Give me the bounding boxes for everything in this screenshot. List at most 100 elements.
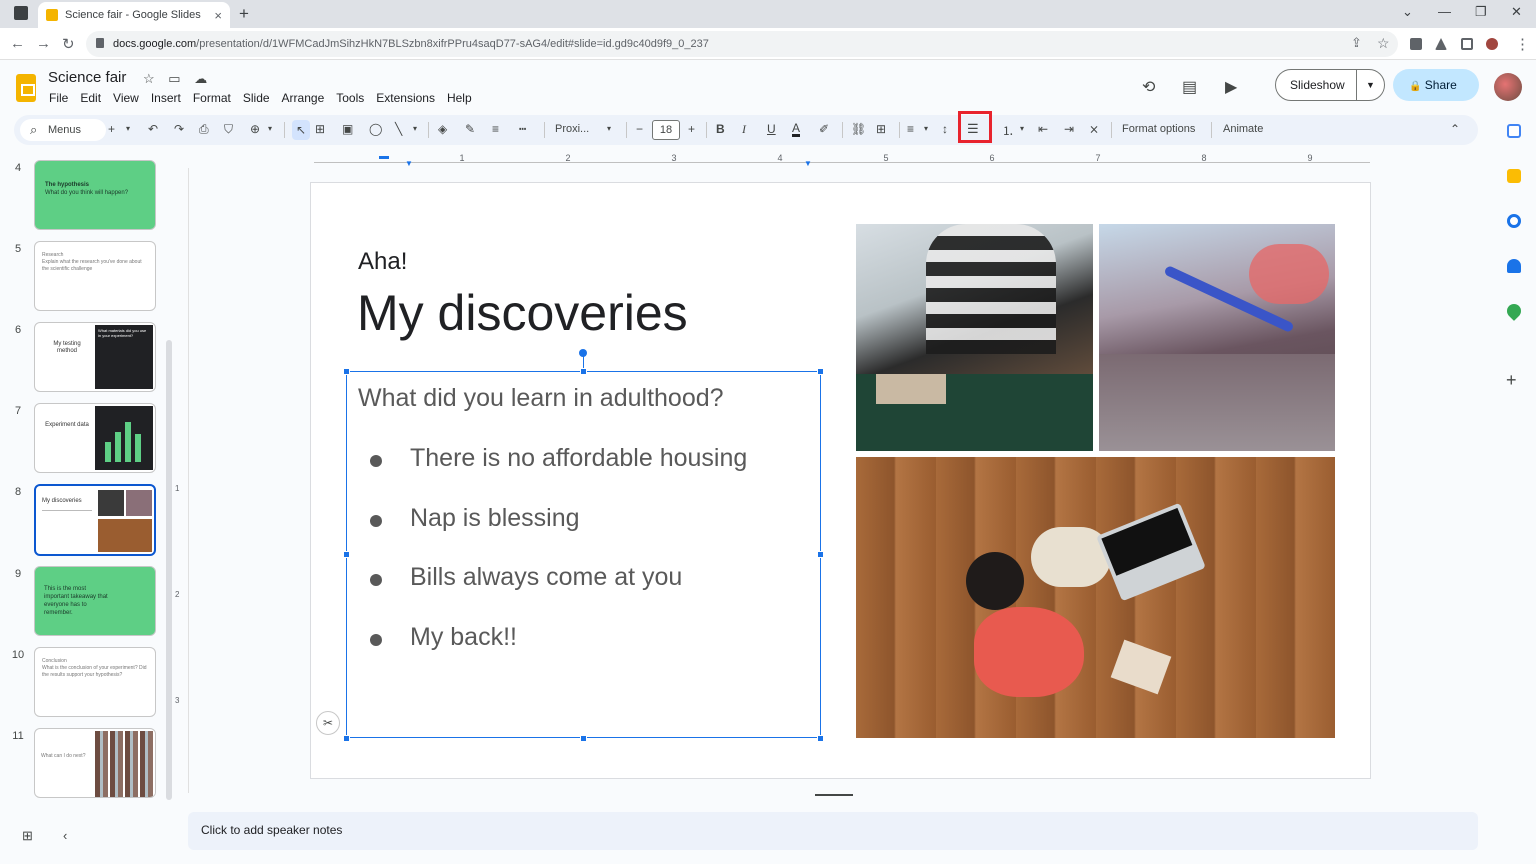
- image-icon[interactable]: ▣: [342, 122, 353, 136]
- body-question[interactable]: What did you learn in adulthood?: [358, 384, 724, 413]
- numbered-caret-icon[interactable]: ▾: [1020, 124, 1024, 133]
- font-caret-icon[interactable]: ▾: [607, 124, 611, 133]
- menu-file[interactable]: File: [49, 91, 68, 105]
- increase-indent-icon[interactable]: ⇥: [1064, 122, 1074, 136]
- horizontal-ruler[interactable]: ▼ ▼ 1 2 3 4 5 6 7 8 9: [314, 150, 1370, 168]
- numbered-list-icon[interactable]: ⒈: [1002, 122, 1014, 139]
- crop-icon[interactable]: ✂: [316, 711, 340, 735]
- textbox-icon[interactable]: ⊞: [315, 122, 325, 136]
- ruler-indent-marker[interactable]: ▼: [405, 159, 413, 168]
- text-color-icon[interactable]: A: [792, 122, 801, 137]
- animate-button[interactable]: Animate: [1223, 123, 1263, 135]
- menu-edit[interactable]: Edit: [80, 91, 101, 105]
- comments-icon[interactable]: ▤: [1182, 77, 1197, 97]
- resize-handle-s[interactable]: [580, 735, 587, 742]
- font-size-input[interactable]: 18: [652, 120, 680, 140]
- sidebar-toggle-icon[interactable]: [1461, 38, 1473, 50]
- slide-thumbnail-6[interactable]: My testing method What materials did you…: [34, 322, 156, 392]
- menu-arrange[interactable]: Arrange: [282, 91, 325, 105]
- border-color-icon[interactable]: ✎: [465, 122, 475, 136]
- fill-color-icon[interactable]: ◈: [438, 122, 447, 136]
- slide-thumbnail-5[interactable]: Research Explain what the research you've…: [34, 241, 156, 311]
- reload-button[interactable]: ↻: [62, 35, 75, 53]
- vertical-ruler[interactable]: 1 2 3: [172, 172, 184, 792]
- browser-menu-icon[interactable]: ⋮: [1515, 35, 1530, 53]
- paint-format-icon[interactable]: ⛉: [224, 122, 233, 137]
- browser-app-icon[interactable]: [14, 6, 28, 20]
- version-history-icon[interactable]: ⟲: [1142, 77, 1155, 97]
- highlight-icon[interactable]: ✐: [819, 122, 829, 136]
- decrease-font-icon[interactable]: −: [636, 122, 643, 136]
- slide-thumbnail-11[interactable]: What can I do next?: [34, 728, 156, 798]
- line-icon[interactable]: ╲: [395, 122, 402, 136]
- star-icon[interactable]: ☆: [143, 71, 155, 86]
- lock-icon[interactable]: [96, 38, 104, 48]
- border-dash-icon[interactable]: ┅: [519, 122, 526, 136]
- zoom-icon[interactable]: ⊕: [250, 122, 260, 136]
- share-page-icon[interactable]: ⇪: [1351, 35, 1362, 51]
- bookmark-star-icon[interactable]: ☆: [1377, 35, 1390, 52]
- move-folder-icon[interactable]: ▭: [168, 71, 180, 86]
- photo-tools[interactable]: [1099, 224, 1335, 451]
- slide-thumbnail-7[interactable]: Experiment data: [34, 403, 156, 473]
- add-addon-icon[interactable]: +: [1506, 370, 1517, 391]
- resize-handle-ne[interactable]: [817, 368, 824, 375]
- tab-close-icon[interactable]: ×: [214, 8, 222, 23]
- redo-icon[interactable]: ↷: [174, 122, 184, 136]
- close-window-button[interactable]: ✕: [1511, 4, 1522, 20]
- extensions-icon[interactable]: [1410, 38, 1422, 50]
- slide-thumbnail-4[interactable]: The hypothesis What do you think will hap…: [34, 160, 156, 230]
- menu-insert[interactable]: Insert: [151, 91, 181, 105]
- collapse-toolbar-icon[interactable]: ⌃: [1450, 122, 1460, 136]
- account-avatar[interactable]: [1494, 73, 1522, 101]
- menu-slide[interactable]: Slide: [243, 91, 270, 105]
- slides-logo-icon[interactable]: [16, 74, 36, 102]
- speaker-notes[interactable]: Click to add speaker notes: [188, 812, 1478, 850]
- slide-thumbnail-10[interactable]: Conclusion What is the conclusion of your…: [34, 647, 156, 717]
- doc-title[interactable]: Science fair: [48, 69, 126, 86]
- contacts-icon[interactable]: [1507, 259, 1521, 273]
- calendar-icon[interactable]: [1507, 124, 1521, 138]
- url-field[interactable]: docs.google.com/presentation/d/1WFMCadJm…: [86, 31, 1398, 57]
- insert-link-icon[interactable]: ⛓: [851, 122, 866, 136]
- slide-thumbnail-9[interactable]: This is the most important takeaway that…: [34, 566, 156, 636]
- menu-tools[interactable]: Tools: [336, 91, 364, 105]
- browser-tab[interactable]: Science fair - Google Slides ×: [38, 2, 230, 28]
- menu-view[interactable]: View: [113, 91, 139, 105]
- slideshow-button[interactable]: Slideshow ▼: [1275, 69, 1385, 101]
- resize-handle-nw[interactable]: [343, 368, 350, 375]
- resize-handle-n[interactable]: [580, 368, 587, 375]
- align-caret-icon[interactable]: ▾: [924, 124, 928, 133]
- new-tab-button[interactable]: +: [239, 4, 249, 24]
- menu-extensions[interactable]: Extensions: [376, 91, 435, 105]
- share-button[interactable]: 🔒 Share: [1393, 69, 1479, 101]
- line-spacing-icon[interactable]: ↕: [942, 122, 948, 136]
- slide-kicker[interactable]: Aha!: [358, 248, 407, 276]
- decrease-indent-icon[interactable]: ⇤: [1038, 122, 1048, 136]
- search-menus-button[interactable]: Menus: [20, 119, 106, 141]
- new-slide-caret-icon[interactable]: ▾: [126, 124, 130, 133]
- add-comment-icon[interactable]: ⊞: [876, 122, 886, 136]
- zoom-caret-icon[interactable]: ▾: [268, 124, 272, 133]
- filmstrip-scrollbar[interactable]: [166, 340, 172, 800]
- resize-handle-sw[interactable]: [343, 735, 350, 742]
- grid-view-icon[interactable]: ⊞: [22, 828, 33, 844]
- minimize-button[interactable]: —: [1438, 4, 1451, 19]
- border-weight-icon[interactable]: ≡: [492, 122, 499, 136]
- slide-title[interactable]: My discoveries: [357, 284, 688, 342]
- notes-resize-handle[interactable]: [815, 794, 853, 796]
- slideshow-dropdown-icon[interactable]: ▼: [1356, 70, 1384, 100]
- forward-button[interactable]: →: [36, 35, 51, 52]
- ruler-right-indent-marker[interactable]: ▼: [804, 159, 812, 168]
- bold-icon[interactable]: B: [716, 122, 725, 136]
- print-icon[interactable]: ⎙: [199, 122, 209, 137]
- photo-laptop-floor[interactable]: [856, 457, 1335, 738]
- back-button[interactable]: ←: [10, 35, 25, 52]
- select-icon[interactable]: ↖: [292, 120, 311, 140]
- underline-icon[interactable]: U: [767, 122, 776, 136]
- increase-font-icon[interactable]: +: [688, 122, 695, 136]
- ruler-margin-marker[interactable]: [379, 156, 389, 159]
- menu-help[interactable]: Help: [447, 91, 472, 105]
- resize-handle-w[interactable]: [343, 551, 350, 558]
- photo-soldering[interactable]: [856, 224, 1093, 451]
